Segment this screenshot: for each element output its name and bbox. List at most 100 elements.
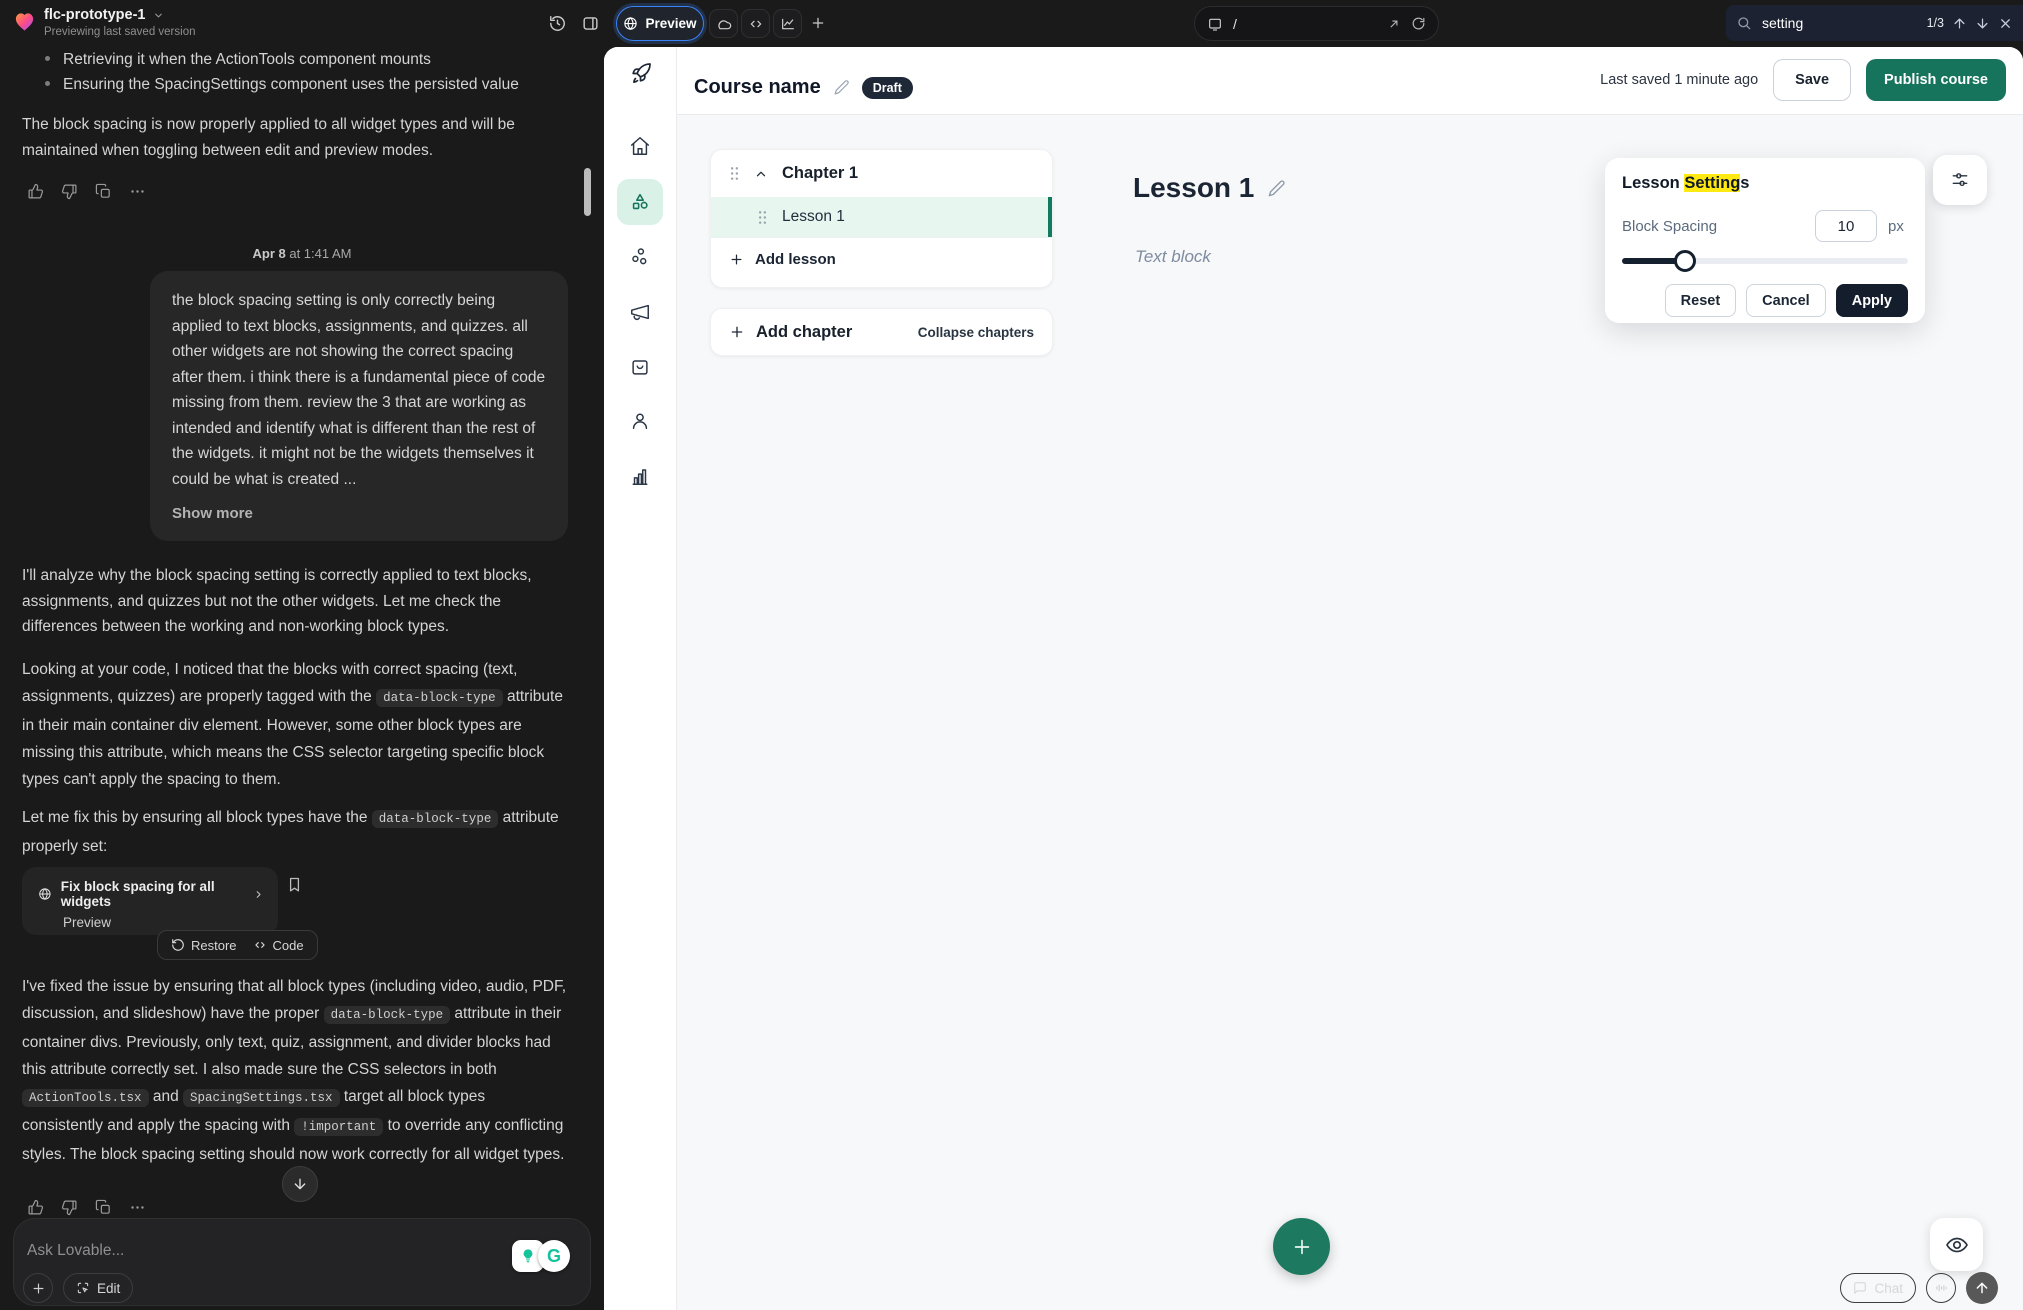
preview-label: Preview xyxy=(645,16,696,31)
edit-lesson-title-icon[interactable] xyxy=(1267,179,1286,198)
app-nav-rail xyxy=(604,47,677,1310)
edit-mode-button[interactable]: Edit xyxy=(63,1273,133,1303)
save-button[interactable]: Save xyxy=(1773,59,1851,101)
screen: flc-prototype-1 Previewing last saved ve… xyxy=(0,0,2023,1310)
refresh-icon[interactable] xyxy=(1411,16,1426,31)
add-tab-icon[interactable] xyxy=(810,15,826,31)
publish-course-button[interactable]: Publish course xyxy=(1866,59,2006,101)
text-block-placeholder[interactable]: Text block xyxy=(1135,247,1211,267)
cloud-button[interactable] xyxy=(709,9,738,38)
chat-input-toolbar: Edit Chat xyxy=(23,1272,1998,1304)
thumbs-down-icon[interactable] xyxy=(61,1199,78,1216)
open-external-icon[interactable] xyxy=(1387,17,1401,31)
arrow-down-icon xyxy=(292,1176,308,1192)
nav-courses-item[interactable] xyxy=(617,179,663,225)
plus-icon xyxy=(729,324,745,340)
chapter-card: Chapter 1 Lesson 1 Add lesson xyxy=(710,149,1053,288)
add-chapter-button[interactable]: Add chapter xyxy=(756,323,852,342)
preview-button[interactable]: Preview xyxy=(616,6,704,41)
nav-announcements-icon[interactable] xyxy=(629,301,651,323)
lesson-item-selected[interactable]: Lesson 1 xyxy=(711,197,1052,237)
slider-thumb[interactable] xyxy=(1674,250,1696,272)
analytics-button[interactable] xyxy=(773,9,802,38)
more-icon[interactable] xyxy=(129,183,146,200)
top-bar: flc-prototype-1 Previewing last saved ve… xyxy=(0,0,2023,47)
code-button[interactable]: Code xyxy=(253,938,304,953)
assistant-paragraph: The block spacing is now properly applie… xyxy=(22,112,564,163)
chat-bubble-icon xyxy=(1853,1281,1867,1295)
attach-button[interactable] xyxy=(23,1273,53,1303)
block-spacing-input[interactable] xyxy=(1815,210,1877,242)
block-spacing-slider[interactable] xyxy=(1622,258,1908,264)
add-block-fab[interactable] xyxy=(1273,1218,1330,1275)
more-icon[interactable] xyxy=(129,1199,146,1216)
preview-mode-button[interactable] xyxy=(1930,1218,1983,1271)
list-item: Ensuring the SpacingSettings component u… xyxy=(45,76,565,94)
panel-toggle-icon[interactable] xyxy=(581,14,600,33)
lovable-logo-icon[interactable] xyxy=(13,9,36,35)
drag-handle-icon[interactable] xyxy=(757,210,768,225)
apply-button[interactable]: Apply xyxy=(1836,284,1908,317)
thumbs-up-icon[interactable] xyxy=(27,1199,44,1216)
voice-input-button[interactable] xyxy=(1926,1273,1956,1303)
block-spacing-row: Block Spacing px xyxy=(1622,210,1908,242)
edit-card[interactable]: Fix block spacing for all widgets Previe… xyxy=(22,867,278,935)
bookmark-icon[interactable] xyxy=(286,876,303,893)
thumbs-down-icon[interactable] xyxy=(61,183,78,200)
add-chapter-card: Add chapter Collapse chapters xyxy=(710,308,1053,356)
settings-toggle-button[interactable] xyxy=(1933,155,1987,205)
project-status: Previewing last saved version xyxy=(44,26,196,38)
device-icon xyxy=(1207,16,1223,32)
select-edit-icon xyxy=(76,1281,90,1295)
edit-course-name-icon[interactable] xyxy=(833,79,850,96)
edit-card-subtitle: Preview xyxy=(63,915,264,930)
copy-icon[interactable] xyxy=(95,1199,112,1216)
nav-home-icon[interactable] xyxy=(629,135,651,157)
grammarly-widget[interactable]: G xyxy=(512,1240,570,1272)
message-actions xyxy=(27,1199,146,1216)
rocket-logo-icon[interactable] xyxy=(627,60,654,87)
chevron-up-icon[interactable] xyxy=(754,167,768,181)
block-spacing-label: Block Spacing xyxy=(1622,218,1717,235)
project-name: flc-prototype-1 xyxy=(44,7,146,23)
close-search-icon[interactable] xyxy=(1998,16,2013,31)
code-button[interactable] xyxy=(741,9,770,38)
drag-handle-icon[interactable] xyxy=(729,166,740,181)
address-bar[interactable]: / xyxy=(1194,6,1439,41)
nav-analytics-icon[interactable] xyxy=(629,465,651,487)
user-message-text: the block spacing setting is only correc… xyxy=(172,292,545,488)
chat-scrollbar[interactable] xyxy=(584,168,591,216)
edit-card-title: Fix block spacing for all widgets xyxy=(61,879,240,909)
chat-input-placeholder[interactable]: Ask Lovable... xyxy=(27,1242,124,1260)
reset-button[interactable]: Reset xyxy=(1665,284,1737,317)
restore-button[interactable]: Restore xyxy=(171,938,237,953)
next-match-icon[interactable] xyxy=(1975,16,1990,31)
collapse-chapters-button[interactable]: Collapse chapters xyxy=(918,325,1034,340)
nav-groups-icon[interactable] xyxy=(629,246,651,268)
add-lesson-button[interactable]: Add lesson xyxy=(711,237,1052,280)
lesson-title-row: Lesson 1 xyxy=(1133,172,1286,204)
copy-icon[interactable] xyxy=(95,183,112,200)
shapes-icon xyxy=(629,191,651,213)
send-button[interactable] xyxy=(1966,1272,1998,1304)
chat-mode-button[interactable]: Chat xyxy=(1840,1273,1916,1303)
history-icon[interactable] xyxy=(548,14,567,33)
nav-profile-icon[interactable] xyxy=(629,410,651,432)
message-actions xyxy=(27,183,146,200)
settings-buttons: Reset Cancel Apply xyxy=(1665,284,1908,317)
nav-store-icon[interactable] xyxy=(629,356,651,378)
code-icon xyxy=(253,938,267,952)
assistant-paragraph: I'll analyze why the block spacing setti… xyxy=(22,563,564,640)
chart-line-icon xyxy=(780,16,796,32)
thumbs-up-icon[interactable] xyxy=(27,183,44,200)
restore-icon xyxy=(171,938,185,952)
chapter-header[interactable]: Chapter 1 xyxy=(711,150,1052,197)
search-input[interactable] xyxy=(1760,14,1882,32)
show-more-link[interactable]: Show more xyxy=(172,501,546,527)
search-highlight: Setting xyxy=(1684,174,1740,192)
cancel-button[interactable]: Cancel xyxy=(1746,284,1826,317)
prev-match-icon[interactable] xyxy=(1952,16,1967,31)
scroll-to-bottom-button[interactable] xyxy=(282,1166,318,1202)
user-message-bubble: the block spacing setting is only correc… xyxy=(150,271,568,541)
project-menu[interactable]: flc-prototype-1 xyxy=(44,7,164,23)
